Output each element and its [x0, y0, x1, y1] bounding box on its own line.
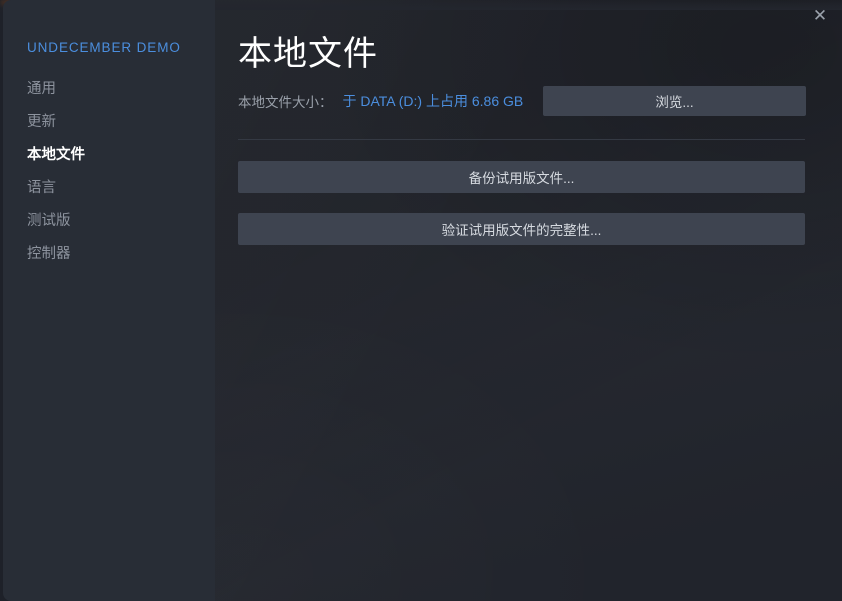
sidebar-item-updates[interactable]: 更新	[3, 109, 215, 135]
sidebar-item-controller[interactable]: 控制器	[3, 241, 215, 267]
close-icon[interactable]: ✕	[806, 3, 834, 27]
settings-window: UNDECEMBER DEMO 通用 更新 本地文件 语言 测试版 控制器 ✕ …	[0, 0, 842, 601]
local-files-size-row: 本地文件大小： 于 DATA (D:) 上占用 6.86 GB	[238, 90, 523, 112]
browse-button[interactable]: 浏览...	[543, 86, 806, 116]
sidebar-nav-list: 通用 更新 本地文件 语言 测试版 控制器	[3, 76, 215, 274]
section-divider	[238, 139, 805, 140]
sidebar-item-local-files[interactable]: 本地文件	[3, 142, 215, 168]
backup-demo-files-button[interactable]: 备份试用版文件...	[238, 161, 805, 193]
settings-content-pane: ✕ 本地文件 本地文件大小： 于 DATA (D:) 上占用 6.86 GB 浏…	[215, 0, 842, 601]
content-top-art-fade	[215, 0, 842, 10]
sidebar-item-language[interactable]: 语言	[3, 175, 215, 201]
app-title: UNDECEMBER DEMO	[27, 40, 181, 55]
sidebar-item-betas[interactable]: 测试版	[3, 208, 215, 234]
settings-sidebar: UNDECEMBER DEMO 通用 更新 本地文件 语言 测试版 控制器	[3, 0, 215, 601]
verify-demo-files-integrity-button[interactable]: 验证试用版文件的完整性...	[238, 213, 805, 245]
local-files-size-value: 于 DATA (D:) 上占用 6.86 GB	[343, 91, 524, 111]
page-title: 本地文件	[238, 26, 378, 75]
sidebar-item-general[interactable]: 通用	[3, 76, 215, 102]
local-files-size-label: 本地文件大小：	[238, 91, 333, 111]
